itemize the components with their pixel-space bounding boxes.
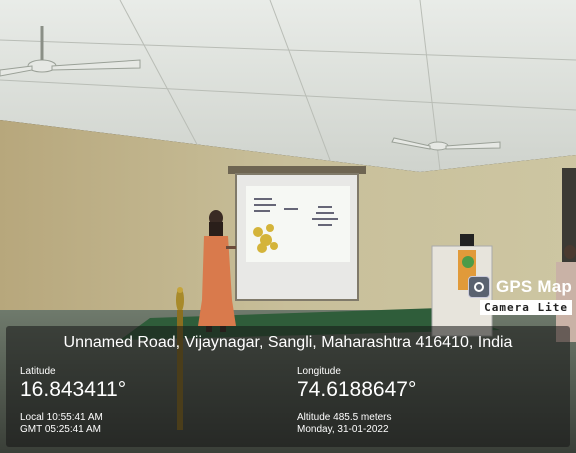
gps-info-overlay: Unnamed Road, Vijaynagar, Sangli, Mahara… (6, 326, 570, 447)
latitude-label: Latitude (20, 366, 56, 377)
gps-map-camera-badge: GPS Map Camera Lite (467, 276, 572, 315)
screen-housing (228, 166, 366, 174)
longitude-block: Longitude 74.6188647° Altitude 485.5 met… (297, 366, 416, 436)
person-right (564, 245, 576, 259)
gmt-time: GMT 05:25:41 AM (20, 424, 101, 435)
badge-subtitle: Camera Lite (480, 300, 572, 315)
altitude-text: Altitude 485.5 meters (297, 412, 392, 423)
longitude-label: Longitude (297, 366, 341, 377)
latitude-value: 16.843411° (20, 378, 127, 401)
longitude-value: 74.6188647° (297, 378, 417, 401)
latitude-block: Latitude 16.843411° Local 10:55:41 AM GM… (20, 366, 126, 436)
local-time: Local 10:55:41 AM (20, 412, 103, 423)
date-text: Monday, 31-01-2022 (297, 424, 389, 435)
photo-frame: GPS Map Camera Lite Unnamed Road, Vijayn… (0, 0, 576, 453)
badge-title: GPS Map (495, 277, 572, 296)
address-text: Unnamed Road, Vijaynagar, Sangli, Mahara… (63, 334, 513, 351)
camera-app-icon (467, 276, 490, 298)
